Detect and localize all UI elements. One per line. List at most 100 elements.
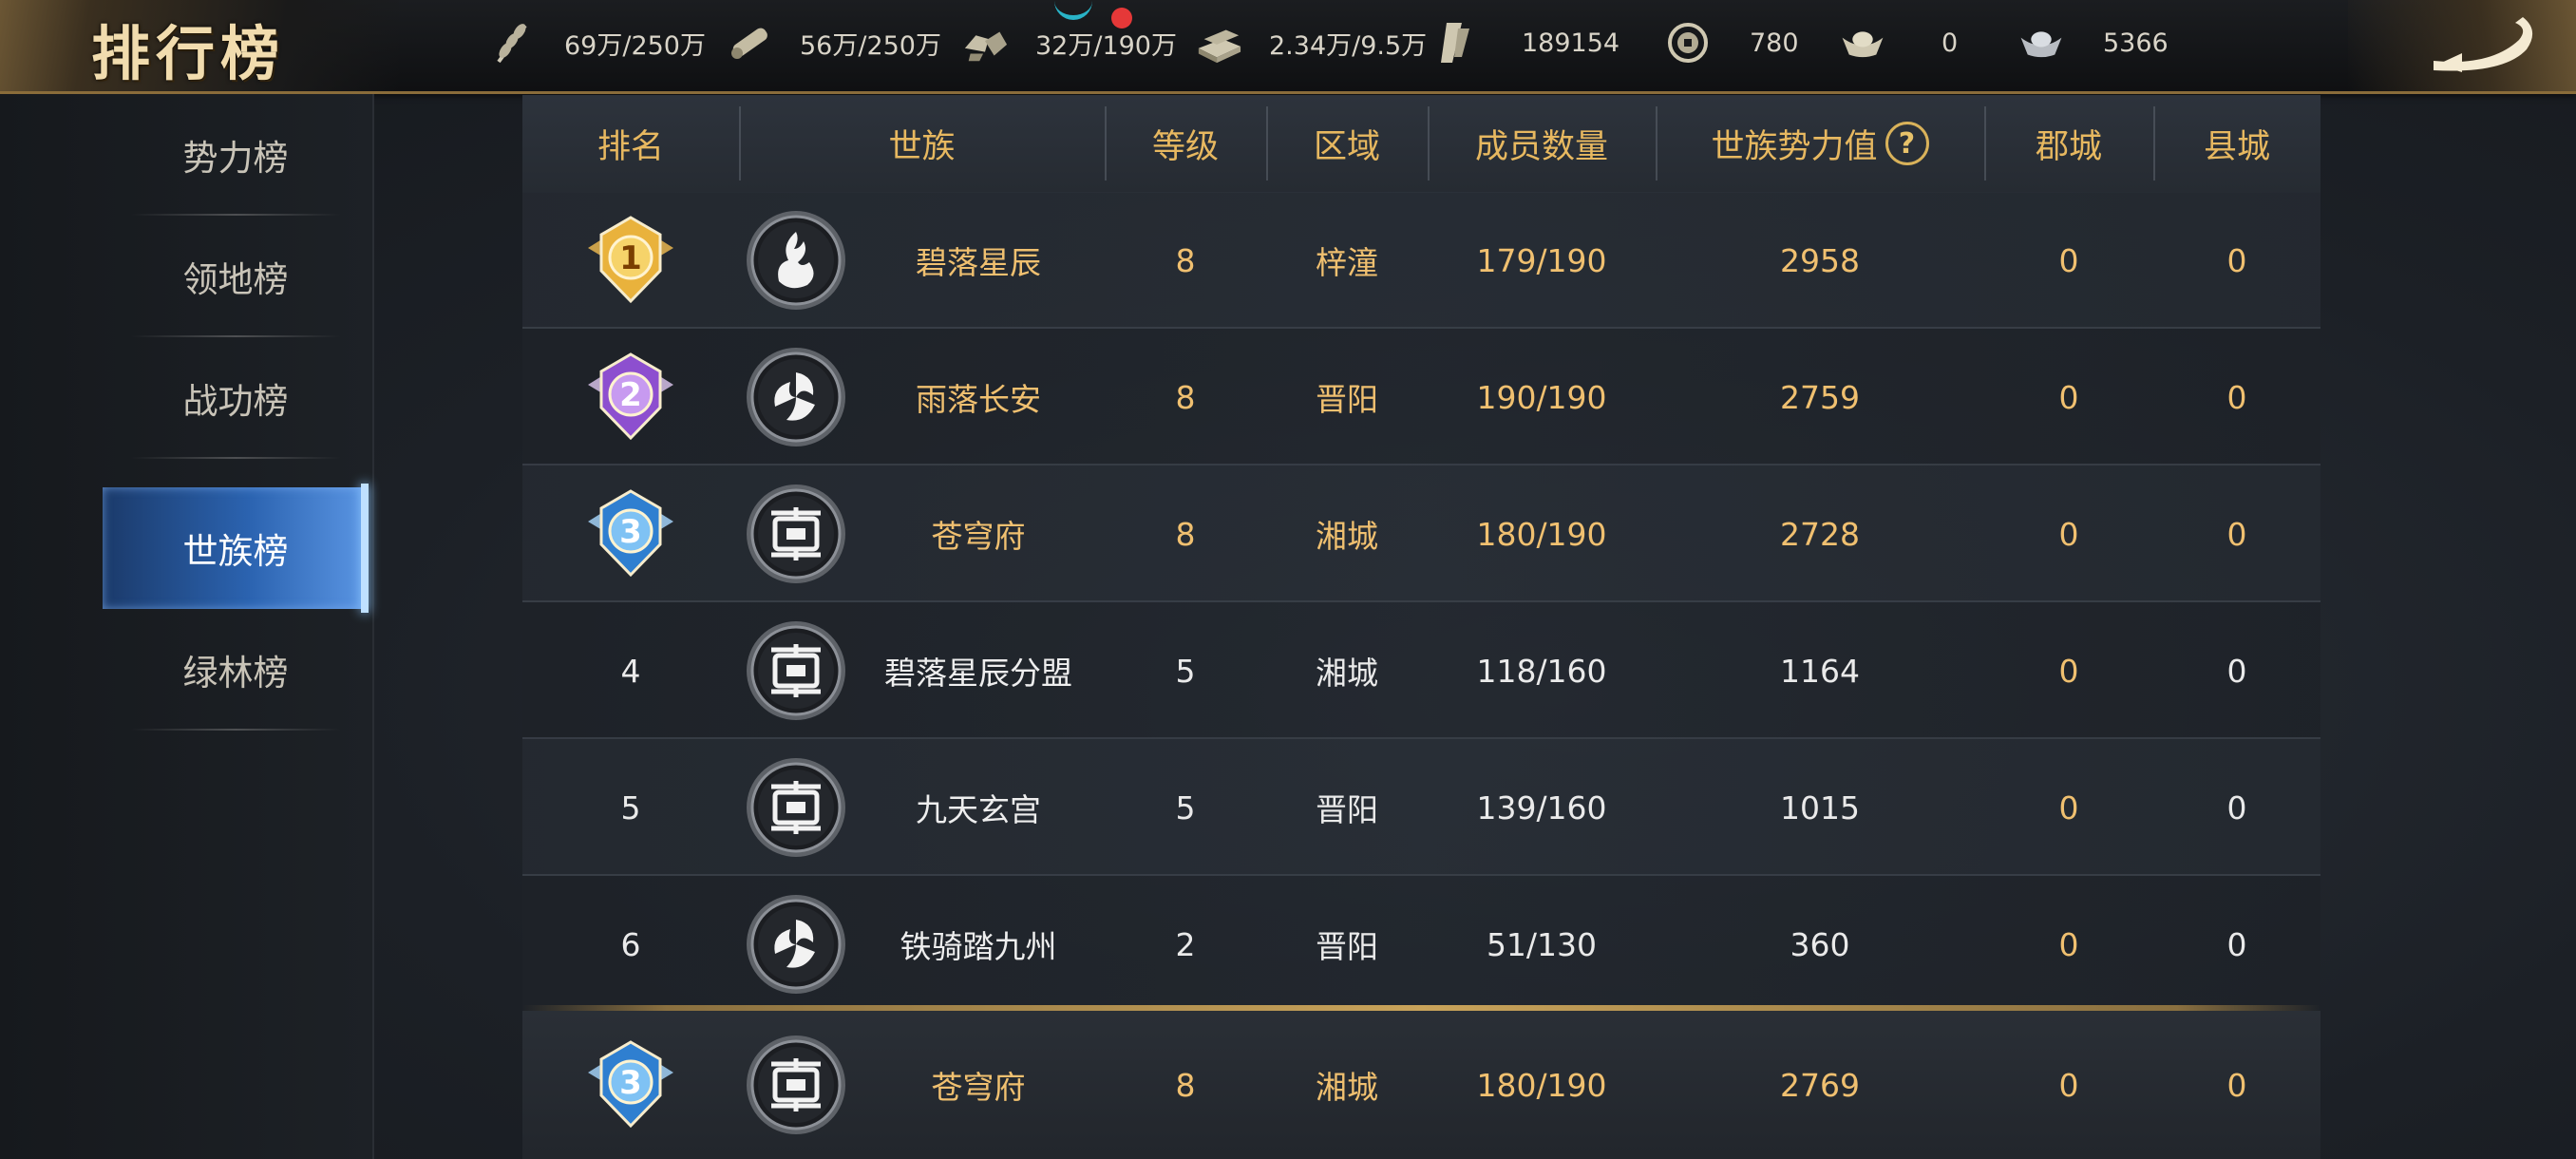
column-header-level: 等级 — [1151, 127, 1219, 166]
rank-number: 4 — [620, 652, 641, 690]
clan-name: 铁骑踏九州 — [900, 928, 1057, 965]
table-row[interactable]: 2 雨落长安 8 晋阳 190/190 2759 0 0 — [522, 329, 2320, 466]
clan-members: 179/190 — [1476, 241, 1607, 279]
clan-members: 51/130 — [1486, 925, 1598, 963]
sidebar-item-label: 战功榜 — [182, 381, 289, 422]
sidebar-item-territory[interactable]: 领地榜 — [103, 216, 369, 337]
own-clan-row[interactable]: 3 苍穹府 8 湘城 180/190 2769 0 0 — [522, 1011, 2320, 1159]
resource-silver: 5366 — [2017, 0, 2169, 86]
resource-iron: 2.34万/9.5万 — [1195, 0, 1427, 86]
divider — [131, 457, 340, 459]
rank-medal-cell: 3 — [522, 466, 739, 602]
back-button[interactable] — [2424, 11, 2538, 78]
rank-medal-icon: 3 — [588, 489, 673, 578]
divider — [131, 729, 340, 731]
clan-emblem-cell — [739, 876, 853, 1013]
sidebar-item-clan[interactable]: 世族榜 — [103, 484, 369, 613]
page-title: 排行榜 — [91, 19, 286, 88]
resource-grain: 69万/250万 — [490, 0, 706, 86]
clan-emblem-cell — [739, 739, 853, 876]
clan-emblem-icon — [747, 621, 845, 720]
clan-power: 1164 — [1780, 652, 1860, 690]
sidebar: 势力榜 领地榜 战功榜 世族榜 绿林榜 — [0, 94, 374, 1159]
clan-members: 180/190 — [1476, 515, 1607, 553]
clan-members: 180/190 — [1476, 1066, 1607, 1104]
rank-medal-icon: 2 — [588, 352, 673, 441]
clan-level: 8 — [1175, 241, 1196, 279]
clan-level: 8 — [1175, 378, 1196, 416]
resource-wood: 56万/250万 — [726, 0, 941, 86]
resource-gold: 0 — [1839, 0, 1958, 86]
clan-level: 8 — [1175, 515, 1196, 553]
clan-emblem-icon — [747, 758, 845, 857]
svg-text:1: 1 — [619, 239, 642, 277]
table-row[interactable]: 1 碧落星辰 8 梓潼 179/190 2958 0 0 — [522, 192, 2320, 329]
table-row[interactable]: 5 九天玄宫 5 晋阳 139/160 1015 0 0 — [522, 739, 2320, 876]
rank-medal-icon: 1 — [588, 216, 673, 304]
clan-xian-count: 0 — [2226, 378, 2247, 416]
rank-medal-cell: 1 — [522, 192, 739, 329]
clan-name: 碧落星辰 — [916, 244, 1041, 281]
clan-name: 碧落星辰分盟 — [884, 655, 1072, 692]
gold-ingot-icon — [1839, 19, 1886, 66]
clan-name: 苍穹府 — [931, 1069, 1026, 1106]
gold-amount: 0 — [1941, 28, 1959, 58]
decree-icon — [1430, 19, 1478, 66]
sidebar-item-greenwood[interactable]: 绿林榜 — [103, 609, 369, 731]
clan-members: 139/160 — [1476, 788, 1607, 826]
sidebar-item-label: 绿林榜 — [182, 653, 289, 694]
column-header-members: 成员数量 — [1474, 127, 1608, 166]
clan-power: 1015 — [1780, 788, 1860, 826]
clan-jun-count: 0 — [2058, 1066, 2079, 1104]
wood-icon — [726, 19, 773, 66]
clan-region: 湘城 — [1316, 1069, 1378, 1106]
svg-text:3: 3 — [619, 1064, 642, 1102]
wood-amount: 56万/250万 — [800, 30, 941, 61]
clan-name: 雨落长安 — [916, 381, 1041, 418]
clan-xian-count: 0 — [2226, 788, 2247, 826]
clan-emblem-cell — [739, 192, 853, 329]
iron-icon — [1195, 19, 1242, 66]
clan-emblem-cell — [739, 466, 853, 602]
rank-number: 5 — [620, 788, 641, 826]
iron-amount: 2.34万/9.5万 — [1269, 30, 1428, 61]
clan-xian-count: 0 — [2226, 652, 2247, 690]
table-row[interactable]: 4 碧落星辰分盟 5 湘城 118/160 1164 0 0 — [522, 602, 2320, 739]
grain-amount: 69万/250万 — [564, 30, 706, 61]
column-header-power-label: 世族势力值 — [1711, 127, 1878, 166]
sidebar-item-label: 势力榜 — [182, 138, 289, 179]
clan-region: 晋阳 — [1316, 791, 1378, 828]
column-header-rank: 排名 — [597, 127, 664, 166]
svg-text:3: 3 — [619, 513, 642, 551]
clan-xian-count: 0 — [2226, 925, 2247, 963]
help-icon[interactable]: ? — [1885, 122, 1929, 165]
clan-emblem-icon — [747, 895, 845, 994]
column-header-clan: 世族 — [888, 127, 956, 166]
clan-emblem-icon — [747, 1036, 845, 1134]
clan-jun-count: 0 — [2058, 652, 2079, 690]
table-row[interactable]: 6 铁骑踏九州 2 晋阳 51/130 360 0 0 — [522, 876, 2320, 1013]
clan-emblem-icon — [747, 211, 845, 310]
sidebar-item-merit[interactable]: 战功榜 — [103, 337, 369, 459]
rank-number: 6 — [620, 925, 641, 963]
clan-power: 2759 — [1780, 378, 1860, 416]
sidebar-item-label: 世族榜 — [182, 531, 289, 572]
sidebar-item-power[interactable]: 势力榜 — [103, 94, 369, 216]
back-arrow-icon — [2434, 17, 2533, 72]
resource-decree: 189154 — [1430, 0, 1619, 86]
resource-copper: 780 — [1664, 0, 1799, 86]
stone-icon — [961, 19, 1009, 66]
silver-ingot-icon — [2017, 19, 2065, 66]
column-header-region: 区域 — [1313, 127, 1380, 166]
clan-region: 梓潼 — [1316, 244, 1378, 281]
copper-coin-icon — [1664, 19, 1712, 66]
clan-name: 苍穹府 — [931, 518, 1026, 555]
decree-amount: 189154 — [1522, 28, 1620, 58]
clan-members: 118/160 — [1476, 652, 1607, 690]
clan-name: 九天玄宫 — [916, 791, 1041, 828]
table-row[interactable]: 3 苍穹府 8 湘城 180/190 2728 0 0 — [522, 466, 2320, 602]
clan-jun-count: 0 — [2058, 515, 2079, 553]
clan-jun-count: 0 — [2058, 925, 2079, 963]
clan-power: 2728 — [1780, 515, 1860, 553]
clan-xian-count: 0 — [2226, 1066, 2247, 1104]
